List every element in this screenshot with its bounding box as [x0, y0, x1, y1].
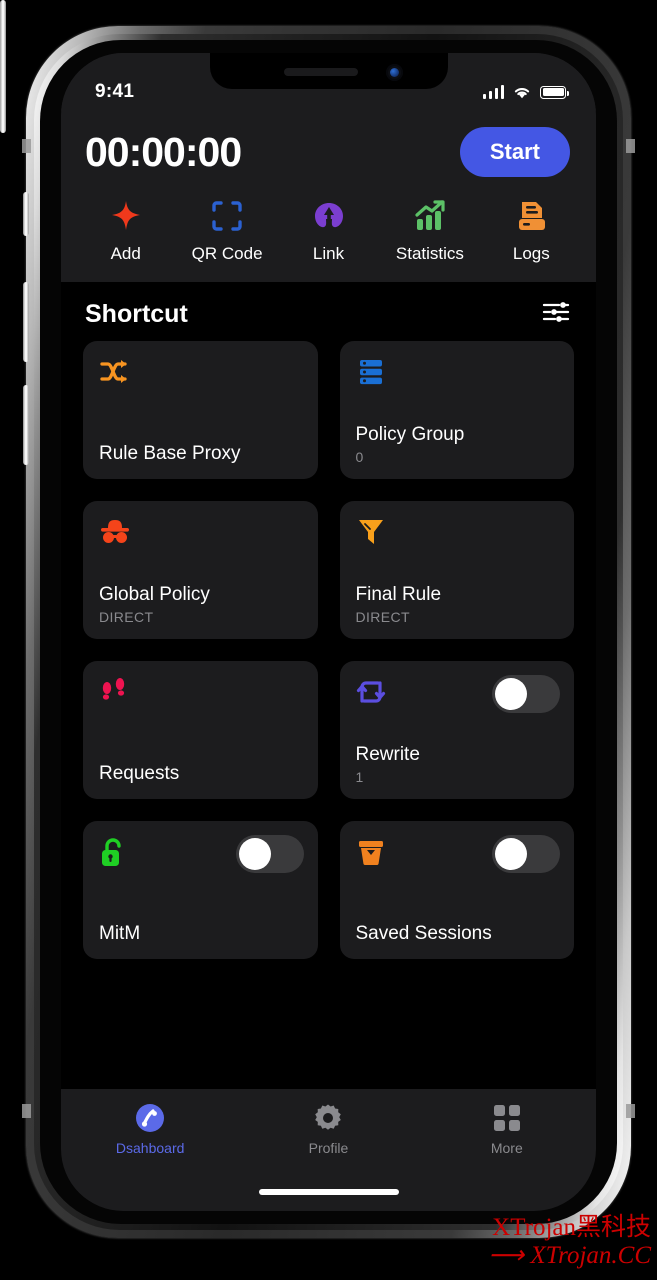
- page-title: Shortcut: [85, 300, 188, 328]
- card-title: Final Rule: [355, 584, 442, 606]
- start-button[interactable]: Start: [459, 127, 570, 177]
- home-indicator[interactable]: [258, 1189, 399, 1195]
- card-mitm[interactable]: MitM: [83, 821, 318, 959]
- card-text: Policy Group 0: [356, 424, 559, 465]
- quick-action-label: Add: [110, 244, 141, 263]
- tab-label: Dsahboard: [115, 1140, 185, 1156]
- front-camera-icon: [385, 64, 403, 81]
- archive-box-icon: [356, 837, 388, 869]
- card-text: MitM: [99, 923, 302, 945]
- server-stack-icon: [356, 357, 388, 389]
- battery-full-icon: [540, 85, 569, 99]
- status-bar-indicators: [482, 84, 569, 100]
- card-policy-group[interactable]: Policy Group 0: [339, 341, 574, 479]
- cellular-signal-icon: [482, 84, 504, 99]
- watermark: XTrojan黑科技 ⟶ XTrojan.CC: [488, 1214, 651, 1270]
- card-subtitle: DIRECT: [99, 609, 154, 625]
- incognito-hat-icon: [99, 517, 131, 549]
- status-bar-time: 9:41: [95, 81, 135, 102]
- card-title: Saved Sessions: [355, 923, 492, 945]
- volume-up-button[interactable]: [23, 282, 29, 362]
- dashboard-globe-icon: [135, 1103, 165, 1133]
- sliders-filter-icon[interactable]: [542, 300, 570, 329]
- logs-document-icon: [514, 199, 548, 233]
- quick-actions-row: Add QR Code Link Statistics Logs: [61, 177, 596, 282]
- mitm-toggle[interactable]: [235, 835, 304, 873]
- bottom-tab-bar: Dsahboard Profile More: [61, 1089, 596, 1211]
- gear-icon: [313, 1103, 343, 1133]
- earpiece-speaker-icon: [283, 68, 358, 76]
- tab-dashboard[interactable]: Dsahboard: [61, 1103, 239, 1211]
- frame-antenna-line-top-right: [626, 139, 635, 153]
- card-global-policy[interactable]: Global Policy DIRECT: [83, 501, 318, 639]
- rewrite-loop-icon: [356, 677, 388, 709]
- quick-action-logs[interactable]: Logs: [481, 199, 582, 264]
- sparkle-plus-icon: [109, 199, 143, 233]
- shuffle-arrows-icon: [99, 357, 131, 389]
- power-button[interactable]: [0, 0, 6, 133]
- watermark-line-2: ⟶ XTrojan.CC: [488, 1242, 651, 1269]
- card-text: Global Policy DIRECT: [99, 584, 302, 625]
- card-subtitle: 1: [355, 769, 364, 785]
- quick-action-label: Link: [312, 244, 345, 263]
- section-header: Shortcut: [61, 282, 596, 341]
- bar-chart-up-icon: [413, 199, 447, 233]
- frame-antenna-line-top-left: [22, 139, 31, 153]
- quick-action-qr-code[interactable]: QR Code: [176, 199, 277, 264]
- quick-action-label: QR Code: [191, 244, 263, 263]
- card-title: Rule Base Proxy: [99, 443, 241, 465]
- quick-action-statistics[interactable]: Statistics: [379, 199, 480, 264]
- mute-switch-button[interactable]: [23, 192, 29, 236]
- footprints-icon: [99, 677, 131, 709]
- quick-action-add[interactable]: Add: [75, 199, 176, 264]
- card-text: Saved Sessions: [356, 923, 559, 945]
- timer-row: 00:00:00 Start: [61, 111, 596, 177]
- tab-label: Profile: [308, 1140, 349, 1156]
- card-text: Rewrite 1: [356, 744, 559, 785]
- display-notch: [209, 53, 448, 89]
- card-title: Policy Group: [355, 424, 465, 446]
- elapsed-timer: 00:00:00: [85, 128, 242, 175]
- funnel-filter-icon: [356, 517, 388, 549]
- card-rewrite[interactable]: Rewrite 1: [339, 661, 574, 799]
- frame-antenna-line-bottom-left: [22, 1104, 31, 1118]
- card-subtitle: DIRECT: [355, 609, 411, 625]
- frame-antenna-line-bottom-right: [626, 1104, 635, 1118]
- card-saved-sessions[interactable]: Saved Sessions: [339, 821, 574, 959]
- tab-more[interactable]: More: [418, 1103, 596, 1211]
- quick-action-link[interactable]: Link: [278, 199, 379, 264]
- quick-action-label: Statistics: [395, 244, 464, 263]
- screenshot-stage: 9:41 00:00:00 Start Add QR Code Link Sta…: [0, 0, 657, 1280]
- card-text: Rule Base Proxy: [99, 443, 302, 465]
- card-text: Requests: [99, 763, 302, 785]
- quick-action-label: Logs: [512, 244, 550, 263]
- shortcut-card-grid: Rule Base Proxy Policy Group 0 Global Po…: [61, 341, 596, 959]
- unlocked-padlock-icon: [99, 837, 131, 869]
- saved-sessions-toggle[interactable]: [492, 835, 560, 873]
- grid-squares-icon: [492, 1103, 522, 1133]
- card-title: MitM: [99, 923, 141, 945]
- card-final-rule[interactable]: Final Rule DIRECT: [339, 501, 574, 639]
- wifi-icon: [514, 87, 530, 98]
- card-requests[interactable]: Requests: [83, 661, 318, 799]
- link-download-icon: [312, 199, 346, 233]
- watermark-line-1: XTrojan黑科技: [492, 1214, 651, 1241]
- shortcut-section: Shortcut Rule Base Proxy Policy Group 0 …: [61, 282, 596, 959]
- card-text: Final Rule DIRECT: [356, 584, 559, 625]
- card-rule-base-proxy[interactable]: Rule Base Proxy: [83, 341, 318, 479]
- card-title: Requests: [99, 763, 180, 785]
- volume-down-button[interactable]: [23, 385, 29, 465]
- tab-label: More: [490, 1140, 523, 1156]
- qr-scan-frame-icon: [210, 199, 244, 233]
- card-subtitle: 0: [355, 449, 364, 465]
- rewrite-toggle[interactable]: [492, 675, 560, 713]
- card-title: Rewrite: [355, 744, 420, 766]
- card-title: Global Policy: [99, 584, 210, 606]
- phone-screen: 9:41 00:00:00 Start Add QR Code Link Sta…: [61, 53, 596, 1211]
